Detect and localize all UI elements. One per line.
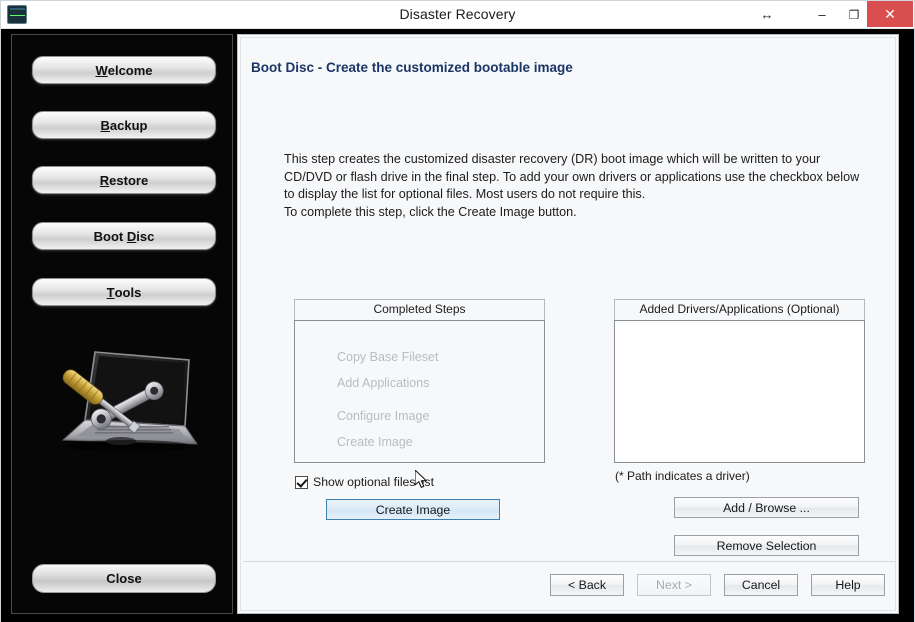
sidebar-item-backup-label: ackup: [109, 117, 148, 133]
completed-steps-legend: Completed Steps: [373, 302, 466, 316]
sidebar-item-tools-accel: T: [106, 284, 115, 300]
added-drivers-legend: Added Drivers/Applications (Optional): [639, 302, 840, 316]
sidebar-item-boot-disc-label: isc: [136, 228, 155, 244]
minimize-button[interactable]: –: [807, 1, 837, 28]
close-app-accel: C: [106, 571, 116, 586]
add-browse-button[interactable]: Add / Browse ...: [674, 497, 859, 518]
added-drivers-list[interactable]: [614, 320, 865, 463]
sidebar-item-boot-disc-accel: D: [126, 228, 137, 244]
close-app-button[interactable]: Close: [32, 564, 216, 593]
description-paragraph-1: This step creates the customized disaste…: [284, 152, 860, 201]
sidebar-item-tools-label: ools: [114, 284, 142, 300]
application-window: Disaster Recovery ↔ – ❐ ✕ Welcome Backup…: [0, 0, 915, 622]
completed-steps-body: Copy Base Fileset Add Applications Confi…: [294, 320, 545, 463]
remove-selection-button[interactable]: Remove Selection: [674, 535, 859, 556]
content-inner: Boot Disc - Create the customized bootab…: [240, 37, 896, 611]
sidebar-item-restore-label: estore: [109, 172, 149, 188]
completed-steps-group: Completed Steps Copy Base Fileset Add Ap…: [294, 299, 545, 463]
show-optional-files-checkbox[interactable]: [295, 475, 308, 489]
back-button[interactable]: < Back: [550, 574, 624, 596]
sidebar-item-welcome-accel: W: [95, 62, 108, 78]
content-panel: Boot Disc - Create the customized bootab…: [237, 34, 899, 614]
added-drivers-legend-bar: Added Drivers/Applications (Optional): [614, 299, 865, 320]
next-button: Next >: [637, 574, 711, 596]
sidebar-item-welcome[interactable]: Welcome: [32, 56, 216, 84]
driver-path-note: (* Path indicates a driver): [615, 469, 750, 483]
resize-icon[interactable]: ↔: [753, 1, 781, 28]
sidebar-item-tools[interactable]: Tools: [32, 278, 216, 306]
sidebar-item-boot-disc[interactable]: Boot Disc: [32, 222, 216, 250]
close-app-label: lose: [115, 571, 142, 586]
show-optional-files-row[interactable]: Show optional files list: [295, 475, 434, 489]
footer-divider: [243, 561, 895, 562]
added-drivers-group: Added Drivers/Applications (Optional): [614, 299, 865, 463]
step-configure-image: Configure Image: [337, 409, 430, 423]
page-title: Boot Disc - Create the customized bootab…: [251, 60, 573, 75]
sidebar-item-restore-accel: R: [99, 172, 110, 188]
sidebar-item-welcome-label: elcome: [107, 62, 153, 78]
completed-steps-legend-bar: Completed Steps: [294, 299, 545, 320]
laptop-with-tools-illustration: [37, 340, 212, 470]
description-paragraph-2: To complete this step, click the Create …: [284, 205, 577, 219]
sidebar-item-boot-disc-prefix: Boot: [93, 228, 127, 244]
sidebar-item-restore[interactable]: Restore: [32, 166, 216, 194]
show-optional-files-label: Show optional files list: [313, 475, 434, 489]
close-window-button[interactable]: ✕: [867, 1, 913, 27]
create-image-button[interactable]: Create Image: [326, 499, 500, 520]
title-bar: Disaster Recovery ↔ – ❐ ✕: [1, 1, 914, 29]
sidebar: Welcome Backup Restore Boot Disc Tools C…: [11, 34, 233, 614]
sidebar-item-backup-accel: B: [100, 117, 110, 133]
step-copy-base-fileset: Copy Base Fileset: [337, 350, 439, 364]
sidebar-item-backup[interactable]: Backup: [32, 111, 216, 139]
help-button[interactable]: Help: [811, 574, 885, 596]
step-create-image: Create Image: [337, 435, 413, 449]
cancel-button[interactable]: Cancel: [724, 574, 798, 596]
step-add-applications: Add Applications: [337, 376, 430, 390]
window-body: Welcome Backup Restore Boot Disc Tools C…: [1, 29, 914, 622]
maximize-button[interactable]: ❐: [839, 1, 869, 28]
